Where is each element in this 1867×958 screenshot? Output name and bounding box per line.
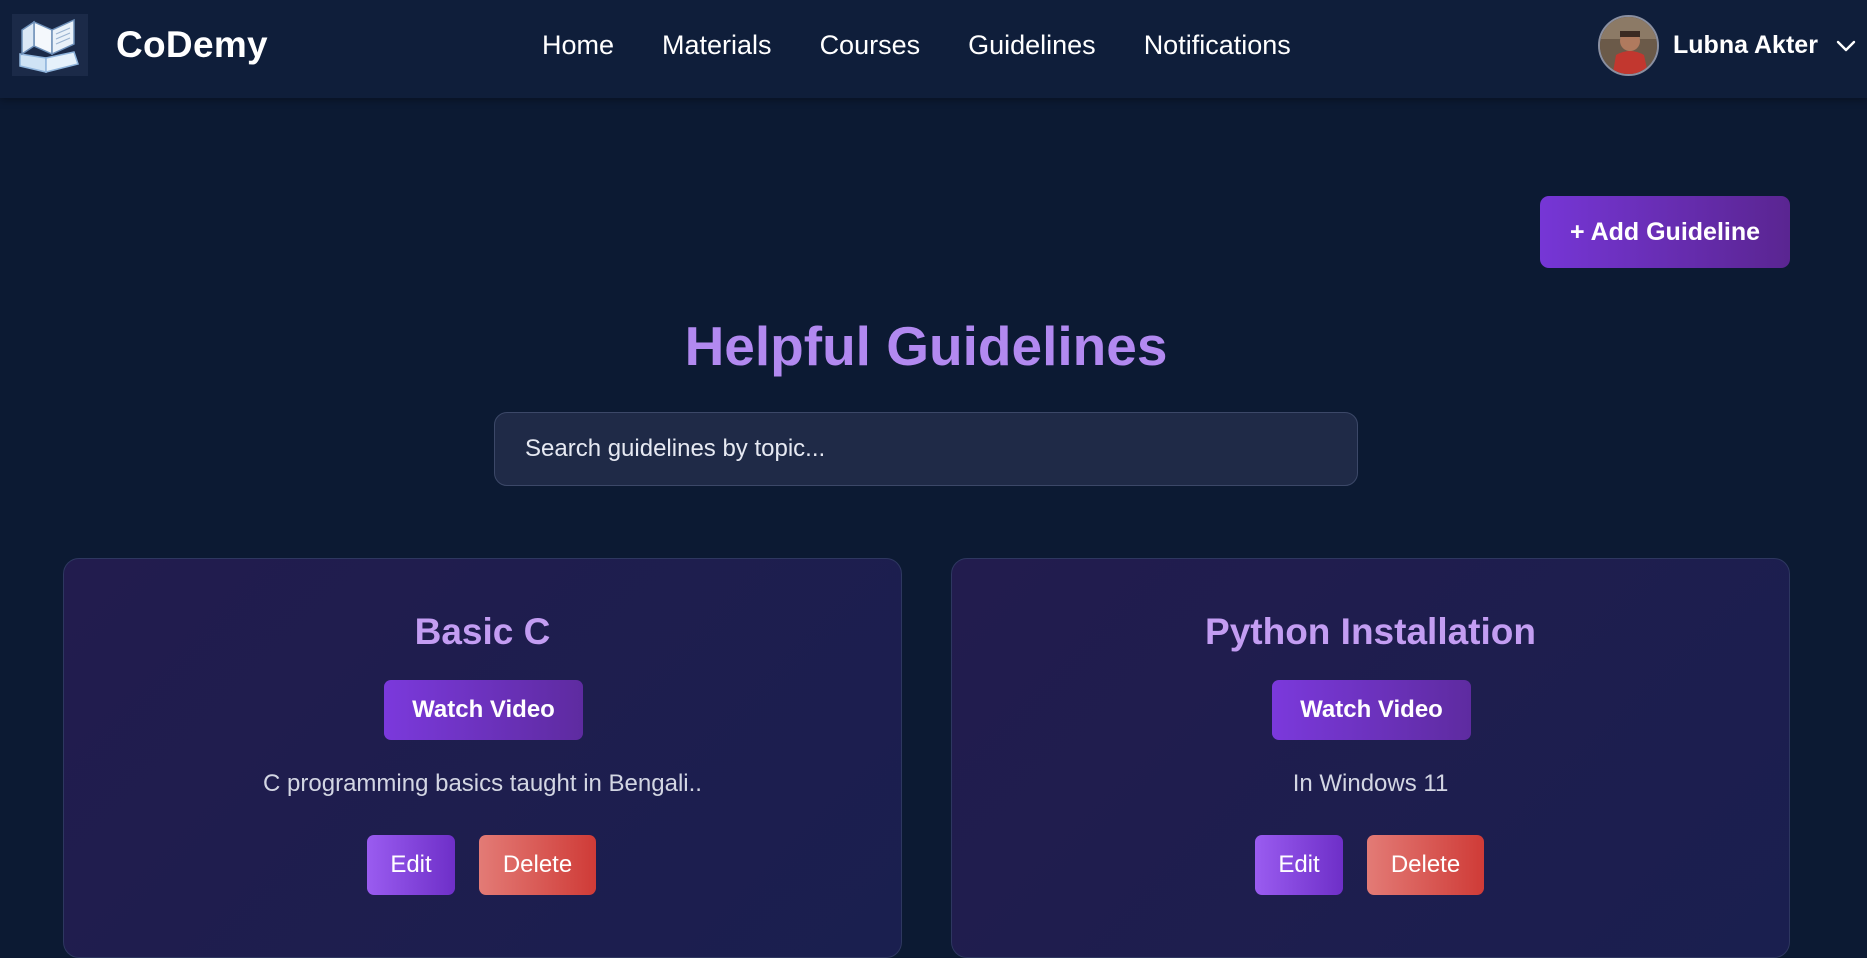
guideline-title: Basic C xyxy=(414,611,551,652)
watch-video-button[interactable]: Watch Video xyxy=(1272,680,1471,740)
guideline-description: C programming basics taught in Bengali.. xyxy=(263,770,702,797)
search-input[interactable] xyxy=(525,435,1357,463)
add-guideline-button[interactable]: + Add Guideline xyxy=(1540,196,1790,268)
nav-notifications[interactable]: Notifications xyxy=(1144,30,1291,61)
guideline-card: Basic C Watch Video C programming basics… xyxy=(63,558,902,958)
guideline-title: Python Installation xyxy=(1205,611,1536,652)
guideline-card: Python Installation Watch Video In Windo… xyxy=(951,558,1790,958)
delete-button[interactable]: Delete xyxy=(479,835,596,895)
top-navbar: CoDemy Home Materials Courses Guidelines… xyxy=(0,0,1867,98)
brand[interactable]: CoDemy xyxy=(12,14,268,76)
watch-video-button[interactable]: Watch Video xyxy=(384,680,583,740)
search-box[interactable] xyxy=(494,412,1358,486)
user-name: Lubna Akter xyxy=(1673,31,1818,59)
nav-guidelines[interactable]: Guidelines xyxy=(968,30,1096,61)
avatar-photo-icon xyxy=(1600,17,1657,74)
user-menu[interactable]: Lubna Akter xyxy=(1598,15,1856,76)
delete-button[interactable]: Delete xyxy=(1367,835,1484,895)
nav-home[interactable]: Home xyxy=(542,30,614,61)
chevron-down-icon[interactable] xyxy=(1836,40,1856,52)
user-avatar[interactable] xyxy=(1598,15,1659,76)
nav-materials[interactable]: Materials xyxy=(662,30,772,61)
edit-button[interactable]: Edit xyxy=(1255,835,1343,895)
page-title: Helpful Guidelines xyxy=(684,315,1168,377)
main-nav: Home Materials Courses Guidelines Notifi… xyxy=(542,30,1339,61)
brand-name: CoDemy xyxy=(116,24,268,65)
guideline-description: In Windows 11 xyxy=(1292,770,1449,797)
nav-courses[interactable]: Courses xyxy=(820,30,921,61)
edit-button[interactable]: Edit xyxy=(367,835,455,895)
book-laptop-logo-icon xyxy=(12,14,88,76)
